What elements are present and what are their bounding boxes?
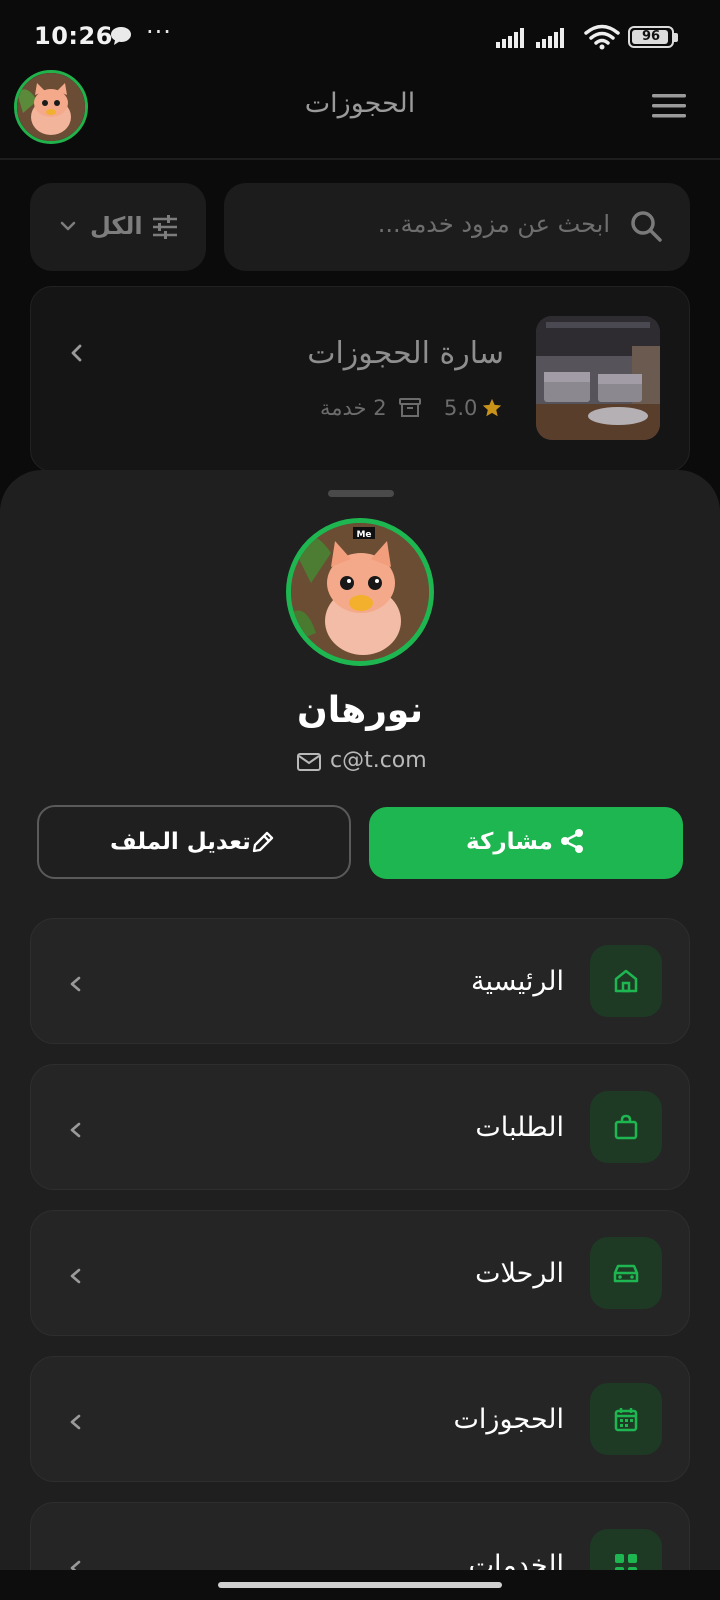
battery-level: 96 [641,29,661,44]
search-icon [631,211,662,242]
home-indicator[interactable] [218,1582,502,1588]
sheet-drag-handle[interactable] [328,490,394,497]
chevron-left-icon [70,1414,81,1430]
filter-label: الكل [90,212,143,240]
share-label: مشاركة [466,829,553,855]
header-divider [0,158,720,160]
signal-icon [496,28,524,48]
nav-label-orders: الطلبات [475,1112,564,1143]
signal-icon [536,28,564,48]
wifi-icon [584,24,620,50]
menu-icon[interactable] [652,93,686,119]
car-icon [613,1264,639,1283]
nav-icon-box [590,1383,662,1455]
nav-label-home: الرئيسية [471,966,564,997]
provider-name: سارة الحجوزات [307,336,504,371]
edit-profile-label: تعديل الملف [110,829,251,855]
share-icon [561,829,583,853]
profile-avatar[interactable]: Me [286,518,434,666]
star-icon [482,398,502,417]
page-title: الحجوزات [304,88,416,119]
nav-label-bookings: الحجوزات [453,1404,565,1435]
status-time: 10:26 [34,22,113,50]
battery-tip [674,33,678,42]
battery-icon: 96 [628,26,674,48]
search-placeholder: ابحث عن مزود خدمة... [377,210,610,238]
chevron-left-icon [70,1122,81,1138]
nav-icon-box [590,1237,662,1309]
calendar-icon [614,1408,638,1432]
avatar-badge: Me [356,530,371,540]
nav-icon-box [590,945,662,1017]
chevron-left-icon [70,1268,81,1284]
nav-icon-box [590,1091,662,1163]
archive-icon [399,398,421,417]
provider-image [536,316,660,440]
profile-email: c@t.com [330,748,427,773]
chevron-down-icon [60,221,76,231]
chevron-left-icon [71,344,82,362]
more-notifications-icon: ··· [146,18,172,46]
shopping-bag-icon [614,1114,638,1140]
provider-service-count: 2 خدمة [320,396,387,420]
chevron-left-icon [70,976,81,992]
mail-icon [297,753,321,771]
sliders-icon [153,215,177,239]
profile-name: نورهان [296,690,424,731]
provider-rating: 5.0 [444,396,478,420]
pencil-icon [252,831,274,853]
home-icon [614,969,638,993]
chat-bubble-icon [111,27,131,45]
nav-label-trips: الرحلات [475,1258,564,1289]
